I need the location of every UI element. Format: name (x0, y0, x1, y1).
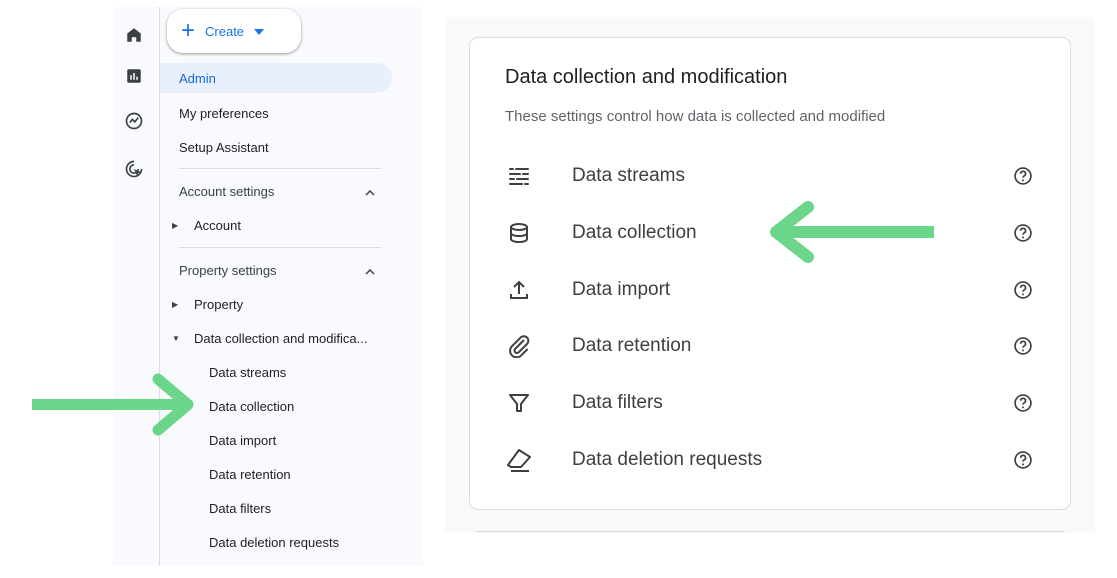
nav-item-admin[interactable]: Admin (160, 63, 392, 93)
nav-item-property[interactable]: ▶ Property (160, 289, 423, 319)
divider (475, 531, 1065, 532)
reports-icon[interactable] (123, 65, 145, 87)
help-icon[interactable] (1012, 279, 1034, 301)
nav-item-label: Data retention (209, 466, 291, 482)
row-data-deletion-requests[interactable]: Data deletion requests (470, 432, 1070, 488)
card-subtitle: These settings control how data is colle… (505, 108, 886, 125)
eraser-icon (505, 446, 533, 474)
row-label: Data import (572, 279, 671, 300)
create-label: Create (205, 23, 245, 39)
advertising-icon[interactable] (123, 158, 145, 180)
nav-subitem-data-retention[interactable]: Data retention (160, 459, 423, 489)
divider (179, 247, 381, 248)
nav-item-data-collection-and-modification[interactable]: ▼ Data collection and modifica... (160, 323, 423, 353)
database-icon (505, 219, 533, 247)
nav-item-label: Account (194, 217, 241, 233)
row-data-retention[interactable]: Data retention (470, 318, 1070, 374)
admin-navigation: + Create Admin My preferences Setup Assi… (160, 7, 423, 566)
home-icon[interactable] (123, 24, 145, 46)
help-icon[interactable] (1012, 335, 1034, 357)
nav-item-label: Data filters (209, 500, 272, 516)
admin-sidebar-panel: + Create Admin My preferences Setup Assi… (113, 7, 423, 566)
divider (179, 168, 381, 169)
explore-icon[interactable] (123, 110, 145, 132)
annotation-arrow-left (32, 373, 194, 436)
chevron-up-icon (365, 185, 375, 200)
upload-icon (505, 276, 533, 304)
nav-item-setup-assistant[interactable]: Setup Assistant (160, 132, 423, 162)
caret-down-icon: ▼ (172, 333, 180, 343)
nav-item-label: Admin (179, 70, 216, 86)
row-data-import[interactable]: Data import (470, 262, 1070, 318)
nav-subitem-data-filters[interactable]: Data filters (160, 493, 423, 523)
nav-item-label: Data collection and modifica... (194, 330, 368, 346)
row-label: Data retention (572, 335, 692, 356)
nav-item-label: Data import (209, 432, 277, 448)
help-icon[interactable] (1012, 165, 1034, 187)
nav-item-label: Data collection (209, 398, 295, 414)
nav-subitem-data-deletion-requests[interactable]: Data deletion requests (160, 527, 423, 557)
property-settings-section[interactable]: Property settings (160, 255, 423, 285)
filter-icon (505, 389, 533, 417)
nav-item-label: Data deletion requests (209, 534, 340, 550)
plus-icon: + (181, 17, 196, 44)
nav-item-label: My preferences (179, 105, 269, 121)
chevron-up-icon (365, 264, 375, 279)
card-title: Data collection and modification (505, 66, 788, 88)
row-label: Data streams (572, 165, 685, 186)
row-data-streams[interactable]: Data streams (470, 148, 1070, 204)
nav-item-label: Setup Assistant (179, 139, 269, 155)
row-data-filters[interactable]: Data filters (470, 375, 1070, 431)
row-label: Data deletion requests (572, 449, 763, 470)
nav-item-my-preferences[interactable]: My preferences (160, 98, 423, 128)
nav-item-account[interactable]: ▶ Account (160, 210, 423, 240)
caret-down-icon (254, 22, 265, 40)
data-streams-icon (505, 162, 533, 190)
caret-right-icon: ▶ (172, 299, 179, 309)
nav-item-label: Property (194, 296, 244, 312)
row-label: Data collection (572, 222, 697, 243)
navigation-rail (113, 7, 160, 566)
data-collection-modification-card: Data collection and modification These s… (469, 37, 1071, 510)
nav-item-label: Data streams (209, 364, 287, 380)
row-label: Data filters (572, 392, 663, 413)
annotation-arrow-right (770, 201, 934, 263)
section-label: Account settings (179, 183, 275, 199)
account-settings-section[interactable]: Account settings (160, 176, 423, 206)
paperclip-icon (505, 332, 533, 360)
help-icon[interactable] (1012, 222, 1034, 244)
help-icon[interactable] (1012, 392, 1034, 414)
section-label: Property settings (179, 262, 277, 278)
create-button[interactable]: + Create (167, 9, 301, 53)
help-icon[interactable] (1012, 449, 1034, 471)
caret-right-icon: ▶ (172, 220, 179, 230)
